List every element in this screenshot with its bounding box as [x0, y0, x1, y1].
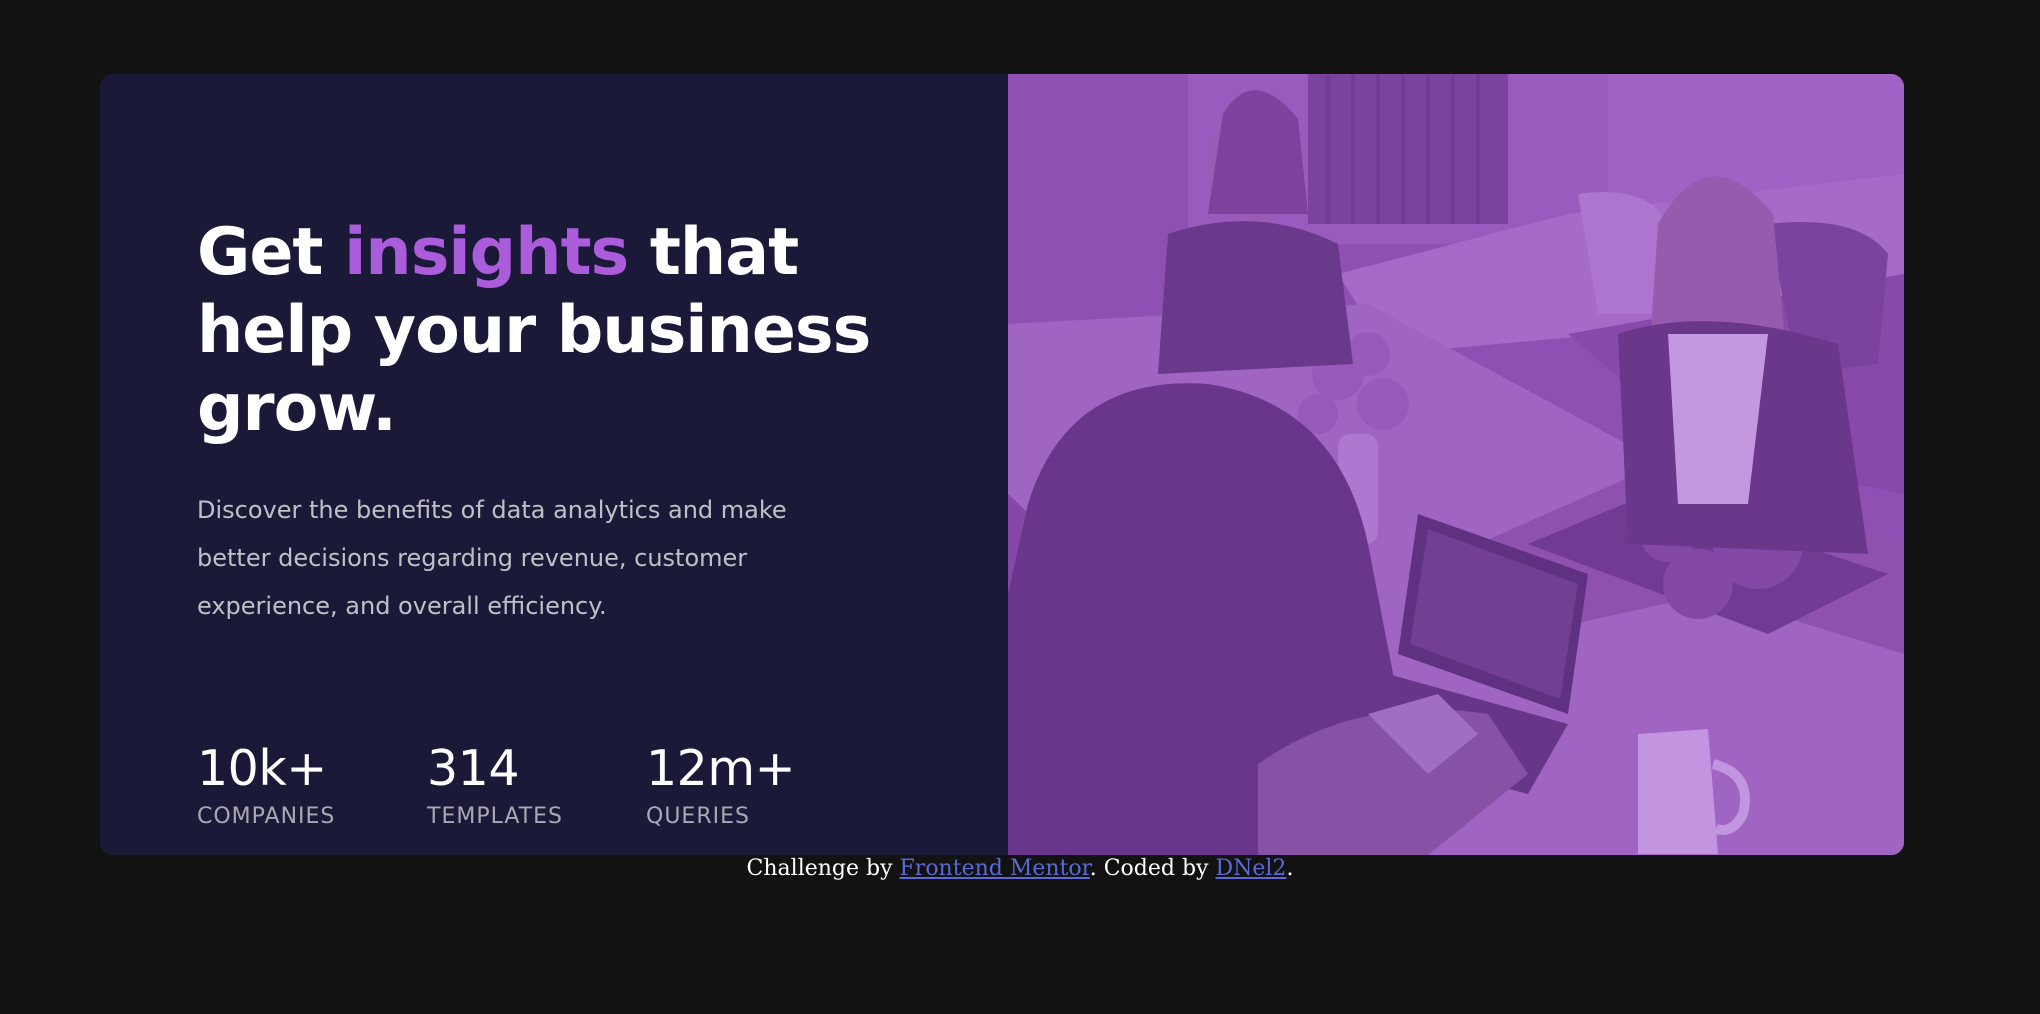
stats-row: 10k+ COMPANIES 314 TEMPLATES 12m+ QUERIE…	[197, 740, 806, 832]
footer-middle: . Coded by	[1089, 856, 1216, 881]
stat-queries: 12m+ QUERIES	[646, 740, 806, 832]
frontend-mentor-link[interactable]: Frontend Mentor	[900, 856, 1090, 881]
headline: Get insights that help your business gro…	[197, 214, 917, 448]
description: Discover the benefits of data analytics …	[197, 496, 787, 620]
headline-before: Get	[197, 215, 345, 290]
author-link[interactable]: DNel2	[1215, 856, 1286, 881]
stat-label: TEMPLATES	[427, 804, 563, 829]
stat-label: QUERIES	[646, 804, 750, 829]
footer-prefix: Challenge by	[746, 856, 900, 881]
photo-tint-overlay	[1008, 74, 1904, 855]
stat-label: COMPANIES	[197, 804, 336, 829]
attribution-footer: Challenge by Frontend Mentor. Coded by D…	[0, 855, 2040, 883]
stat-value: 10k+	[197, 740, 327, 797]
stats-preview-card: Get insights that help your business gro…	[100, 74, 1904, 855]
stat-templates: 314 TEMPLATES	[427, 740, 646, 832]
stat-value: 12m+	[646, 740, 796, 797]
card-content: Get insights that help your business gro…	[100, 74, 1008, 855]
headline-accent: insights	[344, 215, 629, 290]
stat-companies: 10k+ COMPANIES	[197, 740, 427, 832]
stat-value: 314	[427, 740, 520, 797]
footer-suffix: .	[1286, 856, 1294, 881]
header-image	[1008, 74, 1904, 855]
